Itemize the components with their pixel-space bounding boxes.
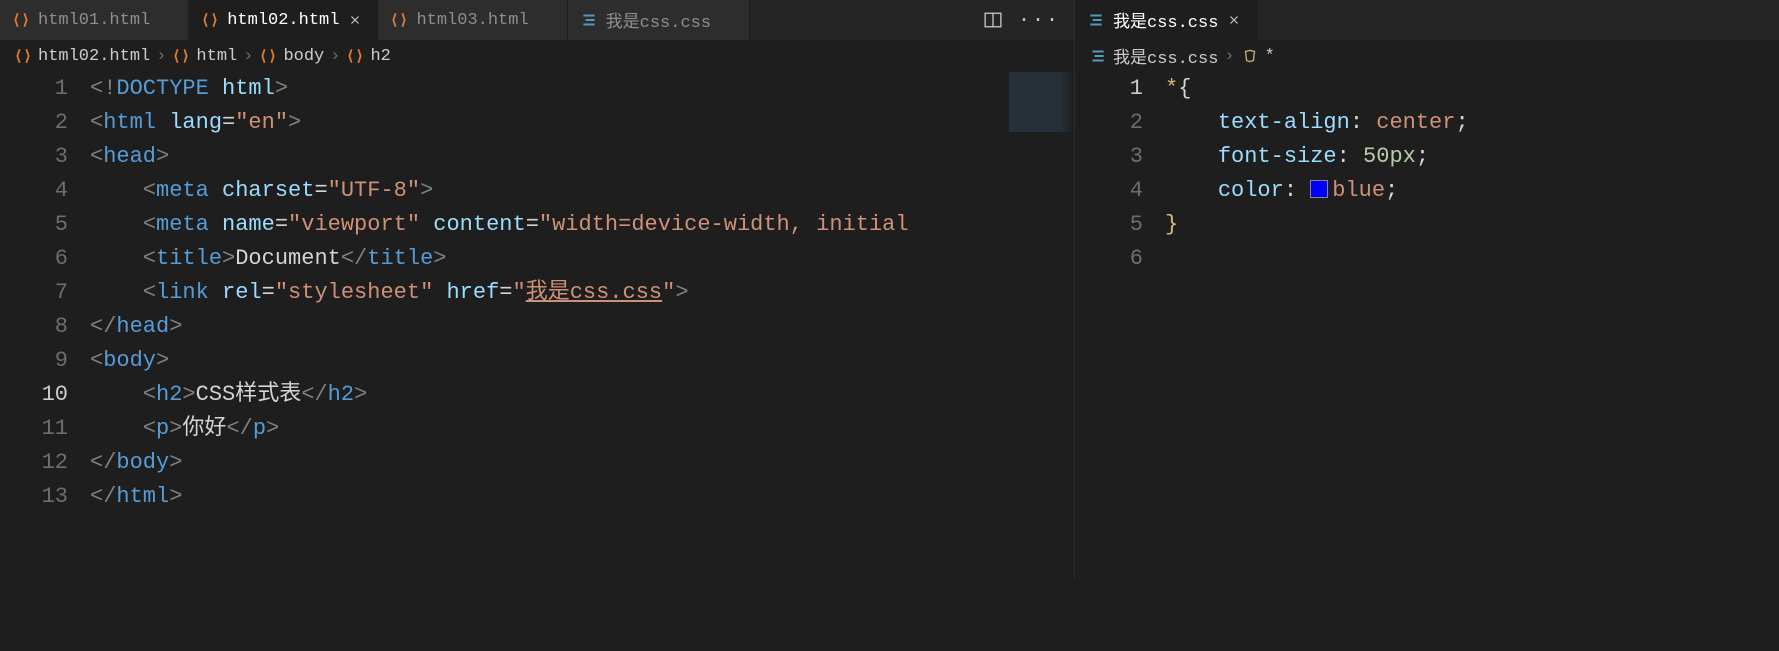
crumb-label: 我是css.css	[1113, 43, 1218, 69]
chevron-right-icon: ›	[1224, 47, 1234, 66]
close-icon[interactable]	[1226, 12, 1242, 28]
breadcrumb-item[interactable]: 我是css.css	[1089, 43, 1218, 69]
tab-html01-html[interactable]: html01.html	[0, 0, 189, 40]
tab-label: 我是css.css	[1113, 7, 1218, 33]
crumb-icon	[1089, 47, 1107, 65]
crumb-icon	[14, 47, 32, 65]
line-number: 11	[0, 412, 68, 446]
line-number: 1	[1075, 72, 1143, 106]
code-line[interactable]: *{	[1165, 72, 1769, 106]
line-number: 2	[1075, 106, 1143, 140]
code-line[interactable]: </head>	[90, 310, 1064, 344]
crumb-label: h2	[370, 47, 390, 66]
crumb-icon	[346, 47, 364, 65]
gutter-right: 123456	[1075, 72, 1165, 579]
breadcrumb-item[interactable]: *	[1241, 47, 1275, 66]
tab-bar-left: html01.html html02.html html03.html 我是css.c…	[0, 0, 1074, 40]
code-line[interactable]: <title>Document</title>	[90, 242, 1064, 276]
code-line[interactable]: <meta charset="UTF-8">	[90, 174, 1064, 208]
line-number: 9	[0, 344, 68, 378]
code-line[interactable]: <head>	[90, 140, 1064, 174]
close-icon[interactable]	[347, 12, 363, 28]
code-line[interactable]	[1165, 242, 1769, 276]
line-number: 12	[0, 446, 68, 480]
line-number: 3	[0, 140, 68, 174]
line-number: 13	[0, 480, 68, 514]
file-icon	[1087, 11, 1105, 29]
code-line[interactable]: <body>	[90, 344, 1064, 378]
tab-label: html03.html	[416, 11, 528, 30]
line-number: 5	[0, 208, 68, 242]
line-number: 3	[1075, 140, 1143, 174]
breadcrumbs-left[interactable]: html02.html › html › body › h2	[0, 40, 1074, 72]
line-number: 6	[1075, 242, 1143, 276]
tab-label: 我是css.css	[606, 7, 711, 33]
code-line[interactable]: </html>	[90, 480, 1064, 514]
line-number: 6	[0, 242, 68, 276]
file-icon	[390, 11, 408, 29]
crumb-label: *	[1265, 47, 1275, 66]
breadcrumb-item[interactable]: h2	[346, 47, 390, 66]
crumb-label: html	[196, 47, 237, 66]
code-line[interactable]: </body>	[90, 446, 1064, 480]
editor-actions: ···	[970, 0, 1074, 40]
line-number: 4	[1075, 174, 1143, 208]
code-right[interactable]: *{ text-align: center; font-size: 50px; …	[1165, 72, 1779, 579]
breadcrumbs-right[interactable]: 我是css.css › *	[1075, 40, 1779, 72]
chevron-right-icon: ›	[330, 47, 340, 66]
tab-我是css-css[interactable]: 我是css.css	[568, 0, 750, 40]
code-left[interactable]: <!DOCTYPE html><html lang="en"><head> <m…	[90, 72, 1074, 579]
line-number: 10	[0, 378, 68, 412]
line-number: 5	[1075, 208, 1143, 242]
left-editor-group: html01.html html02.html html03.html 我是css.c…	[0, 0, 1075, 579]
code-line[interactable]: <p>你好</p>	[90, 412, 1064, 446]
line-number: 8	[0, 310, 68, 344]
code-editor-right[interactable]: 123456 *{ text-align: center; font-size:…	[1075, 72, 1779, 579]
split-editor-icon[interactable]	[984, 11, 1002, 29]
code-line[interactable]: <!DOCTYPE html>	[90, 72, 1064, 106]
crumb-label: body	[283, 47, 324, 66]
code-editor-left[interactable]: 12345678910111213 <!DOCTYPE html><html l…	[0, 72, 1074, 579]
breadcrumb-item[interactable]: html	[172, 47, 237, 66]
color-swatch[interactable]	[1310, 180, 1328, 198]
chevron-right-icon: ›	[243, 47, 253, 66]
crumb-icon	[172, 47, 190, 65]
file-icon	[580, 11, 598, 29]
tab-html02-html[interactable]: html02.html	[189, 0, 378, 40]
code-line[interactable]: <h2>CSS样式表</h2>	[90, 378, 1064, 412]
code-line[interactable]: <link rel="stylesheet" href="我是css.css">	[90, 276, 1064, 310]
code-line[interactable]: color: blue;	[1165, 174, 1769, 208]
code-line[interactable]: <html lang="en">	[90, 106, 1064, 140]
breadcrumb-item[interactable]: html02.html	[14, 47, 150, 66]
gutter-left: 12345678910111213	[0, 72, 90, 579]
minimap[interactable]	[1009, 72, 1074, 651]
line-number: 4	[0, 174, 68, 208]
right-editor-group: 我是css.css 我是css.css › * 123456 *{ text-ali…	[1075, 0, 1779, 579]
more-actions-icon[interactable]: ···	[1018, 9, 1060, 32]
tab-html03-html[interactable]: html03.html	[378, 0, 567, 40]
line-number: 1	[0, 72, 68, 106]
line-number: 7	[0, 276, 68, 310]
tab-bar-right: 我是css.css	[1075, 0, 1779, 40]
breadcrumb-item[interactable]: body	[259, 47, 324, 66]
crumb-icon	[1241, 47, 1259, 65]
tab-label: html02.html	[227, 11, 339, 30]
code-line[interactable]: }	[1165, 208, 1769, 242]
chevron-right-icon: ›	[156, 47, 166, 66]
crumb-icon	[259, 47, 277, 65]
file-icon	[12, 11, 30, 29]
line-number: 2	[0, 106, 68, 140]
crumb-label: html02.html	[38, 47, 150, 66]
code-line[interactable]: text-align: center;	[1165, 106, 1769, 140]
tab-我是css-css[interactable]: 我是css.css	[1075, 0, 1257, 40]
file-icon	[201, 11, 219, 29]
code-line[interactable]: <meta name="viewport" content="width=dev…	[90, 208, 1064, 242]
tab-label: html01.html	[38, 11, 150, 30]
code-line[interactable]: font-size: 50px;	[1165, 140, 1769, 174]
